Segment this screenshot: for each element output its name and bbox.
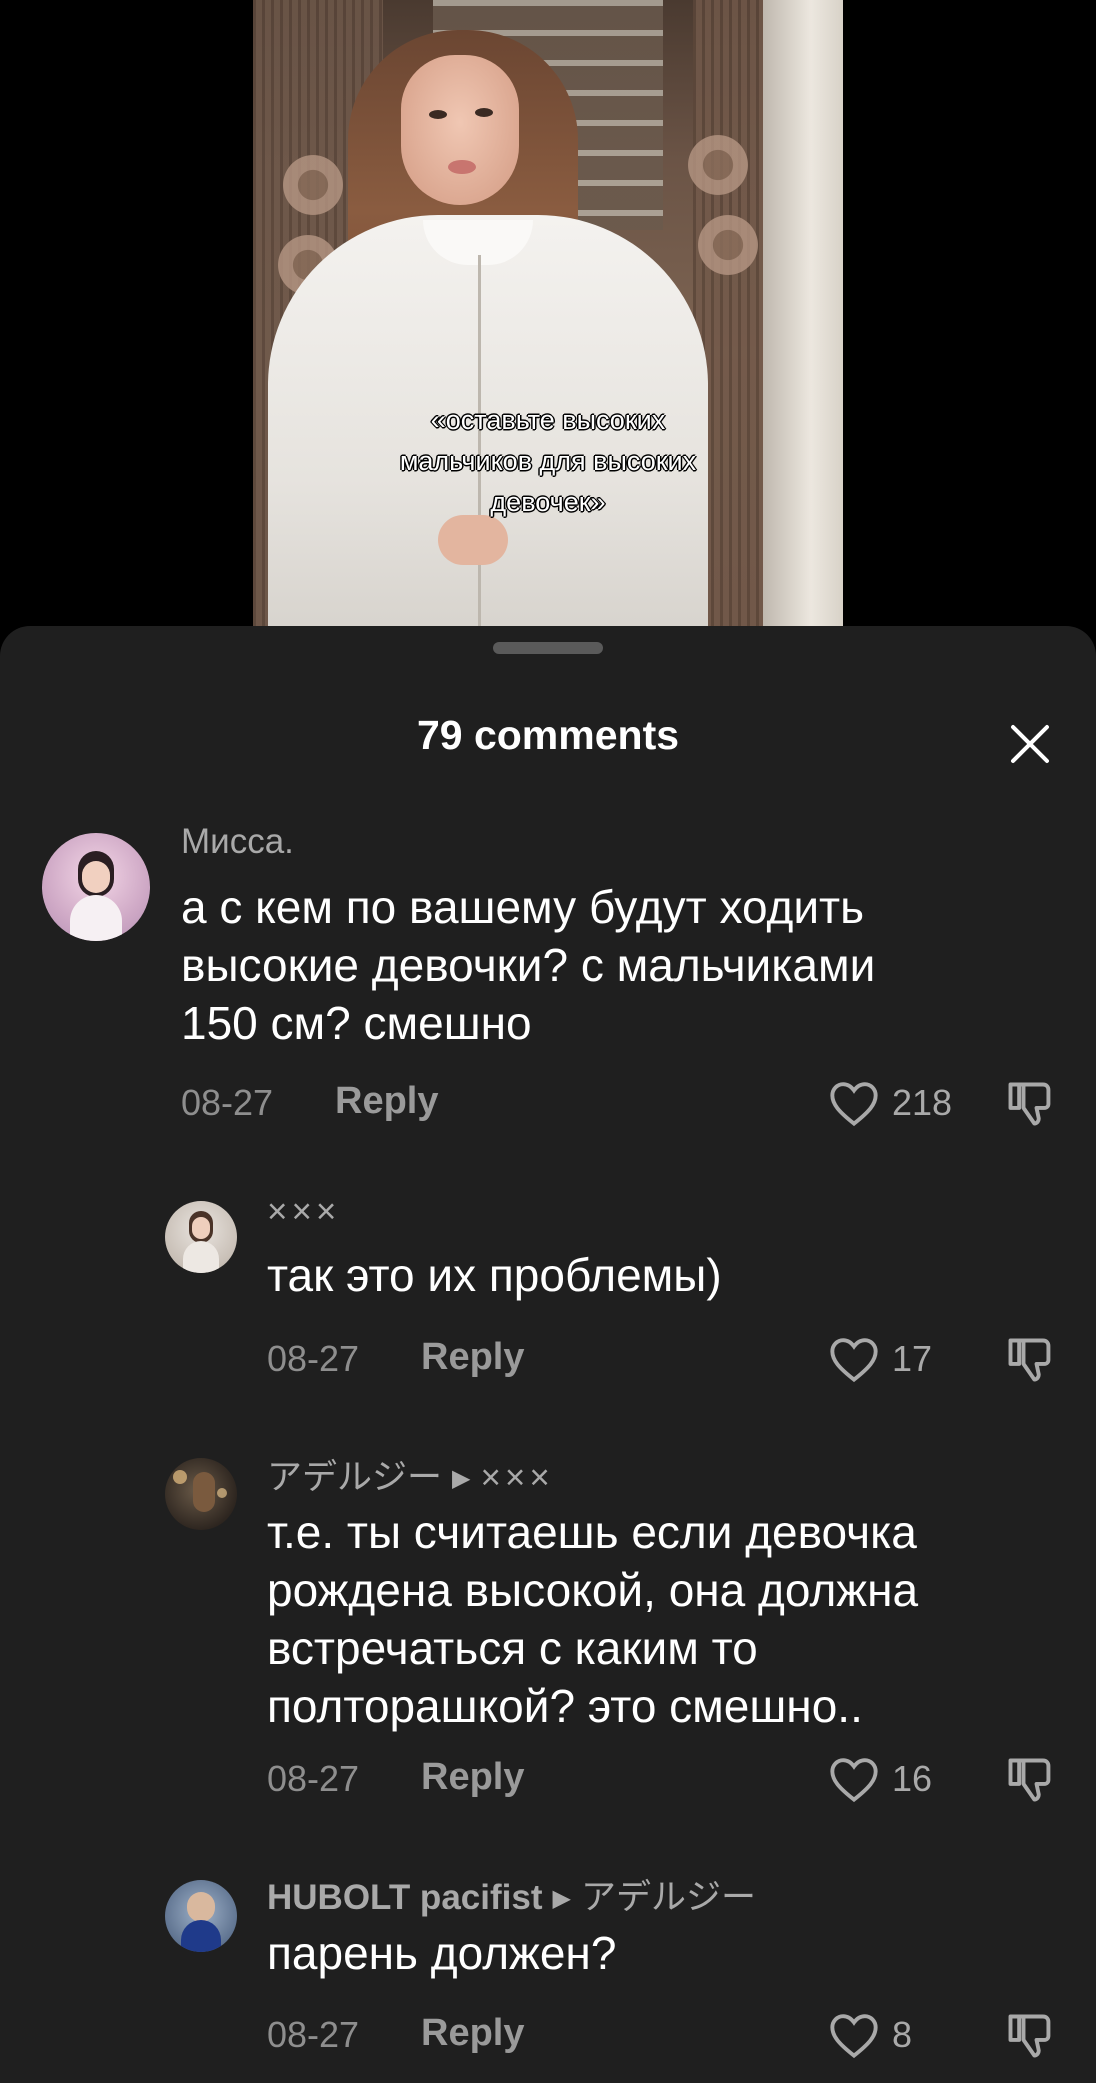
comment-date: 08-27 [181,1082,274,1123]
video-person-face [401,55,519,205]
reply-button[interactable]: Reply [421,1756,524,1799]
reply-to-username[interactable]: ××× [480,1458,553,1497]
comment-text: так это их проблемы) [267,1249,722,1301]
sheet-drag-handle[interactable] [493,642,603,654]
comment-username-text[interactable]: HUBOLT pacifist [267,1878,542,1917]
heart-icon[interactable] [828,1078,880,1133]
comment-username[interactable]: ××× [267,1192,340,1232]
dislike-icon[interactable] [1004,1078,1056,1135]
reply-to-username[interactable]: アデルジー [581,1878,756,1917]
like-count: 218 [892,1082,953,1123]
avatar[interactable] [165,1880,237,1952]
video-flower-decor [683,130,753,200]
comments-count-title: 79 comments [416,712,680,758]
comment-date: 08-27 [267,1758,360,1799]
comment-username[interactable]: アデルジー ▶ ××× [267,1449,554,1500]
video-person-eye [475,108,493,117]
heart-icon[interactable] [828,2010,880,2065]
comment-username[interactable]: Мисса. [181,822,294,862]
video-person-lips [448,160,476,174]
video-person-eye [429,110,447,119]
comment-text: т.е. ты считаешь если девочка рождена вы… [267,1506,919,1732]
comment-text: а с кем по вашему будут ходить высокие д… [181,881,876,1049]
video-flower-decor [693,210,763,280]
comment-username[interactable]: HUBOLT pacifist ▶ アデルジー [267,1869,756,1920]
like-count: 17 [892,1338,933,1379]
like-count: 16 [892,1758,933,1799]
avatar[interactable] [42,833,150,941]
close-icon[interactable] [1006,720,1054,768]
video-curtain [763,0,843,640]
video-flower-decor [278,150,348,220]
avatar[interactable] [165,1458,237,1530]
avatar[interactable] [165,1201,237,1273]
like-count: 8 [892,2014,913,2055]
dislike-icon[interactable] [1004,1334,1056,1391]
video-caption: «оставьте высоких мальчиков для высоких … [399,405,697,517]
dislike-icon[interactable] [1004,2010,1056,2067]
reply-arrow-icon: ▶ [552,1885,571,1912]
reply-button[interactable]: Reply [421,2012,524,2055]
comments-sheet: 79 comments Мисса. а с кем по вашему буд… [0,626,1096,2083]
reply-arrow-icon: ▶ [452,1465,471,1492]
comment-text: парень должен? [267,1927,617,1979]
comment-date: 08-27 [267,1338,360,1379]
dislike-icon[interactable] [1004,1754,1056,1811]
reply-button[interactable]: Reply [335,1080,438,1123]
heart-icon[interactable] [828,1334,880,1389]
comment-username-text[interactable]: アデルジー [267,1458,442,1497]
heart-icon[interactable] [828,1754,880,1809]
comment-date: 08-27 [267,2014,360,2055]
reply-button[interactable]: Reply [421,1336,524,1379]
video-player[interactable]: «оставьте высоких мальчиков для высоких … [253,0,843,640]
